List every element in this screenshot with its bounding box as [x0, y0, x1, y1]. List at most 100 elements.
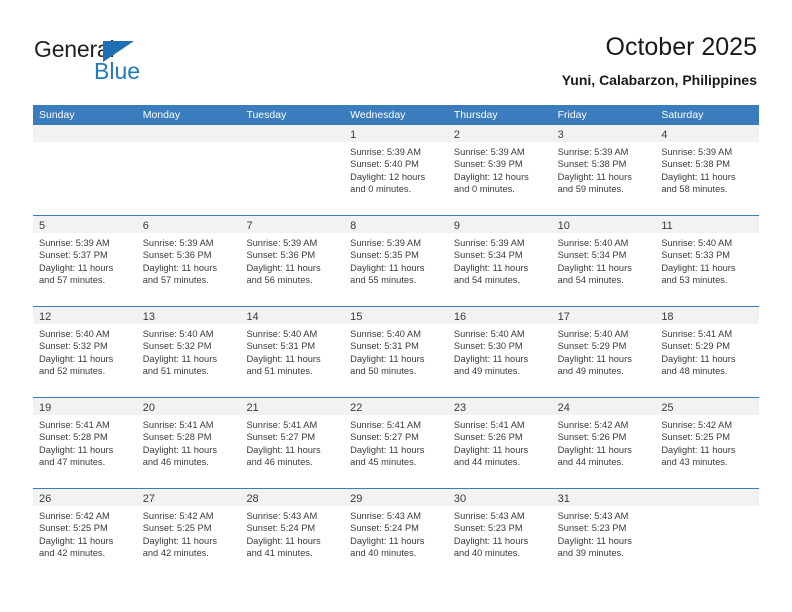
- day-cell[interactable]: 21 Sunrise: 5:41 AM Sunset: 5:27 PM Dayligh…: [240, 398, 345, 488]
- day-cell[interactable]: 27 Sunrise: 5:42 AM Sunset: 5:25 PM Dayligh…: [136, 489, 241, 579]
- day-sun-info: Sunrise: 5:40 AM Sunset: 5:31 PM Daylight:…: [344, 324, 448, 378]
- daylight-text: Daylight: 11 hours and 54 minutes.: [453, 262, 529, 286]
- day-cell[interactable]: 22 Sunrise: 5:41 AM Sunset: 5:27 PM Dayligh…: [344, 398, 448, 488]
- daylight-text: Daylight: 11 hours and 41 minutes.: [246, 535, 321, 559]
- day-number-band: [136, 125, 241, 142]
- day-cell[interactable]: 1 Sunrise: 5:39 AM Sunset: 5:40 PM Daylight…: [344, 125, 448, 215]
- day-sun-info: Sunrise: 5:41 AM Sunset: 5:26 PM Daylight:…: [448, 415, 552, 469]
- day-cell[interactable]: 11 Sunrise: 5:40 AM Sunset: 5:33 PM Dayligh…: [655, 216, 760, 306]
- weekday-header-monday: Monday: [142, 109, 181, 121]
- day-number: 18: [661, 311, 674, 323]
- day-cell[interactable]: 20 Sunrise: 5:41 AM Sunset: 5:28 PM Dayligh…: [136, 398, 241, 488]
- daylight-text: Daylight: 11 hours and 59 minutes.: [557, 171, 632, 195]
- sunset-text: Sunset: 5:25 PM: [661, 432, 731, 443]
- day-number: 14: [246, 311, 259, 323]
- sunset-text: Sunset: 5:29 PM: [661, 341, 731, 352]
- day-cell-empty: [655, 489, 760, 579]
- day-cell[interactable]: 7 Sunrise: 5:39 AM Sunset: 5:36 PM Daylight…: [240, 216, 345, 306]
- day-sun-info: Sunrise: 5:39 AM Sunset: 5:40 PM Daylight:…: [344, 142, 448, 196]
- day-cell[interactable]: 19 Sunrise: 5:41 AM Sunset: 5:28 PM Dayligh…: [33, 398, 137, 488]
- daylight-text: Daylight: 11 hours and 39 minutes.: [557, 535, 632, 559]
- sunset-text: Sunset: 5:24 PM: [350, 523, 419, 534]
- sunrise-text: Sunrise: 5:40 AM: [557, 238, 629, 248]
- sunrise-text: Sunrise: 5:40 AM: [453, 329, 525, 339]
- day-sun-info: Sunrise: 5:40 AM Sunset: 5:33 PM Daylight:…: [655, 233, 759, 287]
- sunrise-text: Sunrise: 5:43 AM: [246, 511, 318, 521]
- day-number-band: 29: [344, 489, 448, 506]
- sunrise-text: Sunrise: 5:42 AM: [39, 511, 110, 521]
- day-sun-info: Sunrise: 5:39 AM Sunset: 5:34 PM Daylight:…: [448, 233, 552, 287]
- sunset-text: Sunset: 5:23 PM: [557, 523, 627, 534]
- sunset-text: Sunset: 5:34 PM: [557, 250, 627, 261]
- day-number-band: 14: [240, 307, 345, 324]
- day-cell[interactable]: 23 Sunrise: 5:41 AM Sunset: 5:26 PM Dayligh…: [447, 398, 552, 488]
- day-cell[interactable]: 13 Sunrise: 5:40 AM Sunset: 5:32 PM Dayligh…: [136, 307, 241, 397]
- daylight-text: Daylight: 11 hours and 42 minutes.: [142, 535, 217, 559]
- calendar-week-row: 26 Sunrise: 5:42 AM Sunset: 5:25 PM Dayligh…: [33, 488, 760, 579]
- daylight-text: Daylight: 11 hours and 46 minutes.: [246, 444, 321, 468]
- sunset-text: Sunset: 5:28 PM: [39, 432, 108, 443]
- day-cell[interactable]: 17 Sunrise: 5:40 AM Sunset: 5:29 PM Dayligh…: [551, 307, 656, 397]
- weekday-header-tuesday: Tuesday: [246, 109, 287, 121]
- sunrise-text: Sunrise: 5:43 AM: [453, 511, 525, 521]
- day-cell[interactable]: 25 Sunrise: 5:42 AM Sunset: 5:25 PM Dayligh…: [655, 398, 760, 488]
- day-number: 12: [39, 311, 52, 323]
- day-cell[interactable]: 8 Sunrise: 5:39 AM Sunset: 5:35 PM Daylight…: [344, 216, 448, 306]
- day-sun-info: Sunrise: 5:40 AM Sunset: 5:32 PM Daylight:…: [137, 324, 241, 378]
- sunrise-text: Sunrise: 5:43 AM: [350, 511, 421, 521]
- general-blue-logo[interactable]: General Blue: [34, 36, 234, 92]
- day-sun-info: Sunrise: 5:39 AM Sunset: 5:39 PM Daylight:…: [448, 142, 552, 196]
- day-sun-info: Sunrise: 5:43 AM Sunset: 5:23 PM Daylight:…: [552, 506, 656, 560]
- daylight-text: Daylight: 11 hours and 56 minutes.: [246, 262, 321, 286]
- day-cell[interactable]: 4 Sunrise: 5:39 AM Sunset: 5:38 PM Daylight…: [655, 125, 760, 215]
- daylight-text: Daylight: 11 hours and 54 minutes.: [557, 262, 632, 286]
- sunset-text: Sunset: 5:30 PM: [453, 341, 523, 352]
- daylight-text: Daylight: 12 hours and 0 minutes.: [453, 171, 529, 195]
- sunset-text: Sunset: 5:34 PM: [453, 250, 523, 261]
- day-cell[interactable]: 14 Sunrise: 5:40 AM Sunset: 5:31 PM Dayligh…: [240, 307, 345, 397]
- day-sun-info: Sunrise: 5:43 AM Sunset: 5:24 PM Daylight:…: [240, 506, 344, 560]
- day-cell[interactable]: 3 Sunrise: 5:39 AM Sunset: 5:38 PM Daylight…: [551, 125, 656, 215]
- day-cell[interactable]: 5 Sunrise: 5:39 AM Sunset: 5:37 PM Daylight…: [33, 216, 137, 306]
- title-block: October 2025 Yuni, Calabarzon, Philippin…: [562, 32, 757, 90]
- day-number-band: [33, 125, 137, 142]
- day-cell[interactable]: 9 Sunrise: 5:39 AM Sunset: 5:34 PM Daylight…: [447, 216, 552, 306]
- sunrise-text: Sunrise: 5:40 AM: [557, 329, 629, 339]
- day-cell[interactable]: 18 Sunrise: 5:41 AM Sunset: 5:29 PM Dayligh…: [655, 307, 760, 397]
- day-sun-info: Sunrise: 5:40 AM Sunset: 5:34 PM Daylight:…: [552, 233, 656, 287]
- day-number: 6: [142, 220, 149, 232]
- day-cell[interactable]: 30 Sunrise: 5:43 AM Sunset: 5:23 PM Dayligh…: [447, 489, 552, 579]
- day-sun-info: Sunrise: 5:41 AM Sunset: 5:27 PM Daylight:…: [344, 415, 448, 469]
- sunset-text: Sunset: 5:29 PM: [557, 341, 627, 352]
- sunrise-text: Sunrise: 5:42 AM: [661, 420, 733, 430]
- day-number: 13: [142, 311, 155, 323]
- calendar-page: General Blue October 2025 Yuni, Calabarz…: [0, 0, 792, 612]
- day-number: 20: [142, 402, 155, 414]
- day-cell[interactable]: 15 Sunrise: 5:40 AM Sunset: 5:31 PM Dayligh…: [344, 307, 448, 397]
- day-cell[interactable]: 6 Sunrise: 5:39 AM Sunset: 5:36 PM Daylight…: [136, 216, 241, 306]
- day-cell[interactable]: 29 Sunrise: 5:43 AM Sunset: 5:24 PM Dayligh…: [344, 489, 448, 579]
- day-number-band: 26: [33, 489, 137, 506]
- day-number: 24: [557, 402, 570, 414]
- day-number: 28: [246, 493, 259, 505]
- sunset-text: Sunset: 5:31 PM: [350, 341, 419, 352]
- calendar-week-row: 19 Sunrise: 5:41 AM Sunset: 5:28 PM Dayligh…: [33, 397, 760, 488]
- day-cell[interactable]: 31 Sunrise: 5:43 AM Sunset: 5:23 PM Dayligh…: [551, 489, 656, 579]
- sunset-text: Sunset: 5:25 PM: [39, 523, 108, 534]
- daylight-text: Daylight: 11 hours and 40 minutes.: [350, 535, 425, 559]
- day-number-band: 11: [655, 216, 760, 233]
- day-number-band: 20: [136, 398, 241, 415]
- day-sun-info: Sunrise: 5:39 AM Sunset: 5:36 PM Daylight:…: [240, 233, 344, 287]
- day-cell[interactable]: 26 Sunrise: 5:42 AM Sunset: 5:25 PM Dayligh…: [33, 489, 137, 579]
- sunrise-text: Sunrise: 5:41 AM: [142, 420, 214, 430]
- day-cell[interactable]: 28 Sunrise: 5:43 AM Sunset: 5:24 PM Dayligh…: [240, 489, 345, 579]
- day-cell[interactable]: 12 Sunrise: 5:40 AM Sunset: 5:32 PM Dayligh…: [33, 307, 137, 397]
- day-cell[interactable]: 24 Sunrise: 5:42 AM Sunset: 5:26 PM Dayligh…: [551, 398, 656, 488]
- day-number-band: 8: [344, 216, 448, 233]
- day-cell[interactable]: 10 Sunrise: 5:40 AM Sunset: 5:34 PM Dayligh…: [551, 216, 656, 306]
- sunrise-text: Sunrise: 5:40 AM: [39, 329, 110, 339]
- day-cell[interactable]: 16 Sunrise: 5:40 AM Sunset: 5:30 PM Dayligh…: [447, 307, 552, 397]
- sunrise-text: Sunrise: 5:39 AM: [350, 238, 421, 248]
- day-cell[interactable]: 2 Sunrise: 5:39 AM Sunset: 5:39 PM Daylight…: [447, 125, 552, 215]
- sunset-text: Sunset: 5:38 PM: [557, 159, 627, 170]
